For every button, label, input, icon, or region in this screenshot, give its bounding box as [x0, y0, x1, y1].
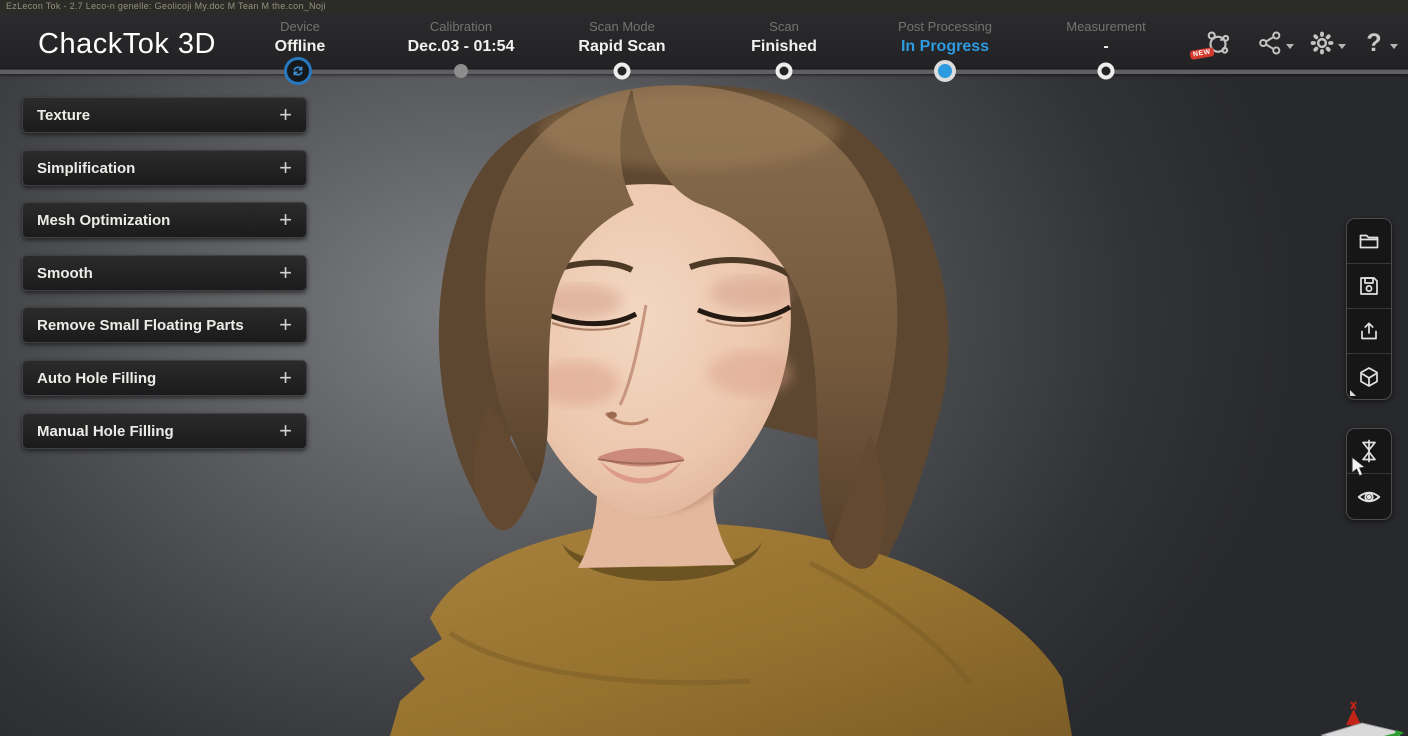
progress-timeline [0, 69, 1408, 74]
panel-texture-label: Texture [37, 107, 90, 124]
step-dot-device [284, 57, 312, 85]
window-titlebar: EzLecon Tok - 2.7 Leco-n genelle: Geolic… [0, 0, 1408, 13]
panel-manual-hole-filling-label: Manual Hole Filling [37, 423, 174, 440]
expand-plus-icon[interactable]: + [279, 104, 292, 126]
app-window: EzLecon Tok - 2.7 Leco-n genelle: Geolic… [0, 0, 1408, 736]
step-dot-scan-mode [614, 63, 631, 80]
panel-auto-hole-filling-label: Auto Hole Filling [37, 370, 156, 387]
step-measurement-value: - [1011, 38, 1201, 56]
expand-plus-icon[interactable]: + [279, 262, 292, 284]
panel-mesh-optimization-label: Mesh Optimization [37, 212, 170, 229]
panel-auto-hole-filling[interactable]: Auto Hole Filling + [22, 360, 307, 396]
export-icon[interactable] [1347, 309, 1391, 354]
help-icon[interactable]: ? [1356, 25, 1392, 61]
axis-gizmo [1312, 669, 1408, 736]
panel-remove-small-floating-parts[interactable]: Remove Small Floating Parts + [22, 307, 307, 343]
step-dot-calibration [454, 64, 468, 78]
header-action-icons: NEW ? [1200, 25, 1392, 61]
open-folder-icon[interactable] [1347, 219, 1391, 264]
visibility-eye-icon[interactable] [1347, 474, 1391, 519]
expand-plus-icon[interactable]: + [279, 367, 292, 389]
mouse-cursor [1351, 456, 1367, 478]
step-dot-scan [776, 63, 793, 80]
panel-smooth[interactable]: Smooth + [22, 255, 307, 291]
step-measurement-label: Measurement [1011, 19, 1201, 34]
step-dot-measurement [1098, 63, 1115, 80]
panel-manual-hole-filling[interactable]: Manual Hole Filling + [22, 413, 307, 449]
model-3d-woman [330, 73, 1090, 736]
header-bar: ChackTok 3D Device Offline Calibration D… [0, 13, 1408, 70]
expand-plus-icon[interactable]: + [279, 209, 292, 231]
expand-plus-icon[interactable]: + [279, 420, 292, 442]
panel-texture[interactable]: Texture + [22, 97, 307, 133]
share-icon[interactable] [1252, 25, 1288, 61]
step-measurement: Measurement - [1011, 19, 1201, 56]
3d-viewport[interactable]: Texture + Simplification + Mesh Optimiza… [0, 73, 1408, 736]
file-toolbar [1346, 218, 1392, 400]
app-logo: ChackTok 3D [38, 28, 216, 61]
save-icon[interactable] [1347, 264, 1391, 309]
panel-simplification-label: Simplification [37, 160, 135, 177]
panel-smooth-label: Smooth [37, 265, 93, 282]
flyout-corner-icon [1350, 390, 1356, 396]
panel-mesh-optimization[interactable]: Mesh Optimization + [22, 202, 307, 238]
settings-icon[interactable] [1304, 25, 1340, 61]
updates-icon[interactable]: NEW [1200, 25, 1236, 61]
panel-simplification[interactable]: Simplification + [22, 150, 307, 186]
expand-plus-icon[interactable]: + [279, 314, 292, 336]
model-cube-icon[interactable] [1347, 354, 1391, 399]
panel-remove-small-floating-parts-label: Remove Small Floating Parts [37, 317, 244, 334]
step-dot-post-processing [934, 60, 956, 82]
expand-plus-icon[interactable]: + [279, 157, 292, 179]
